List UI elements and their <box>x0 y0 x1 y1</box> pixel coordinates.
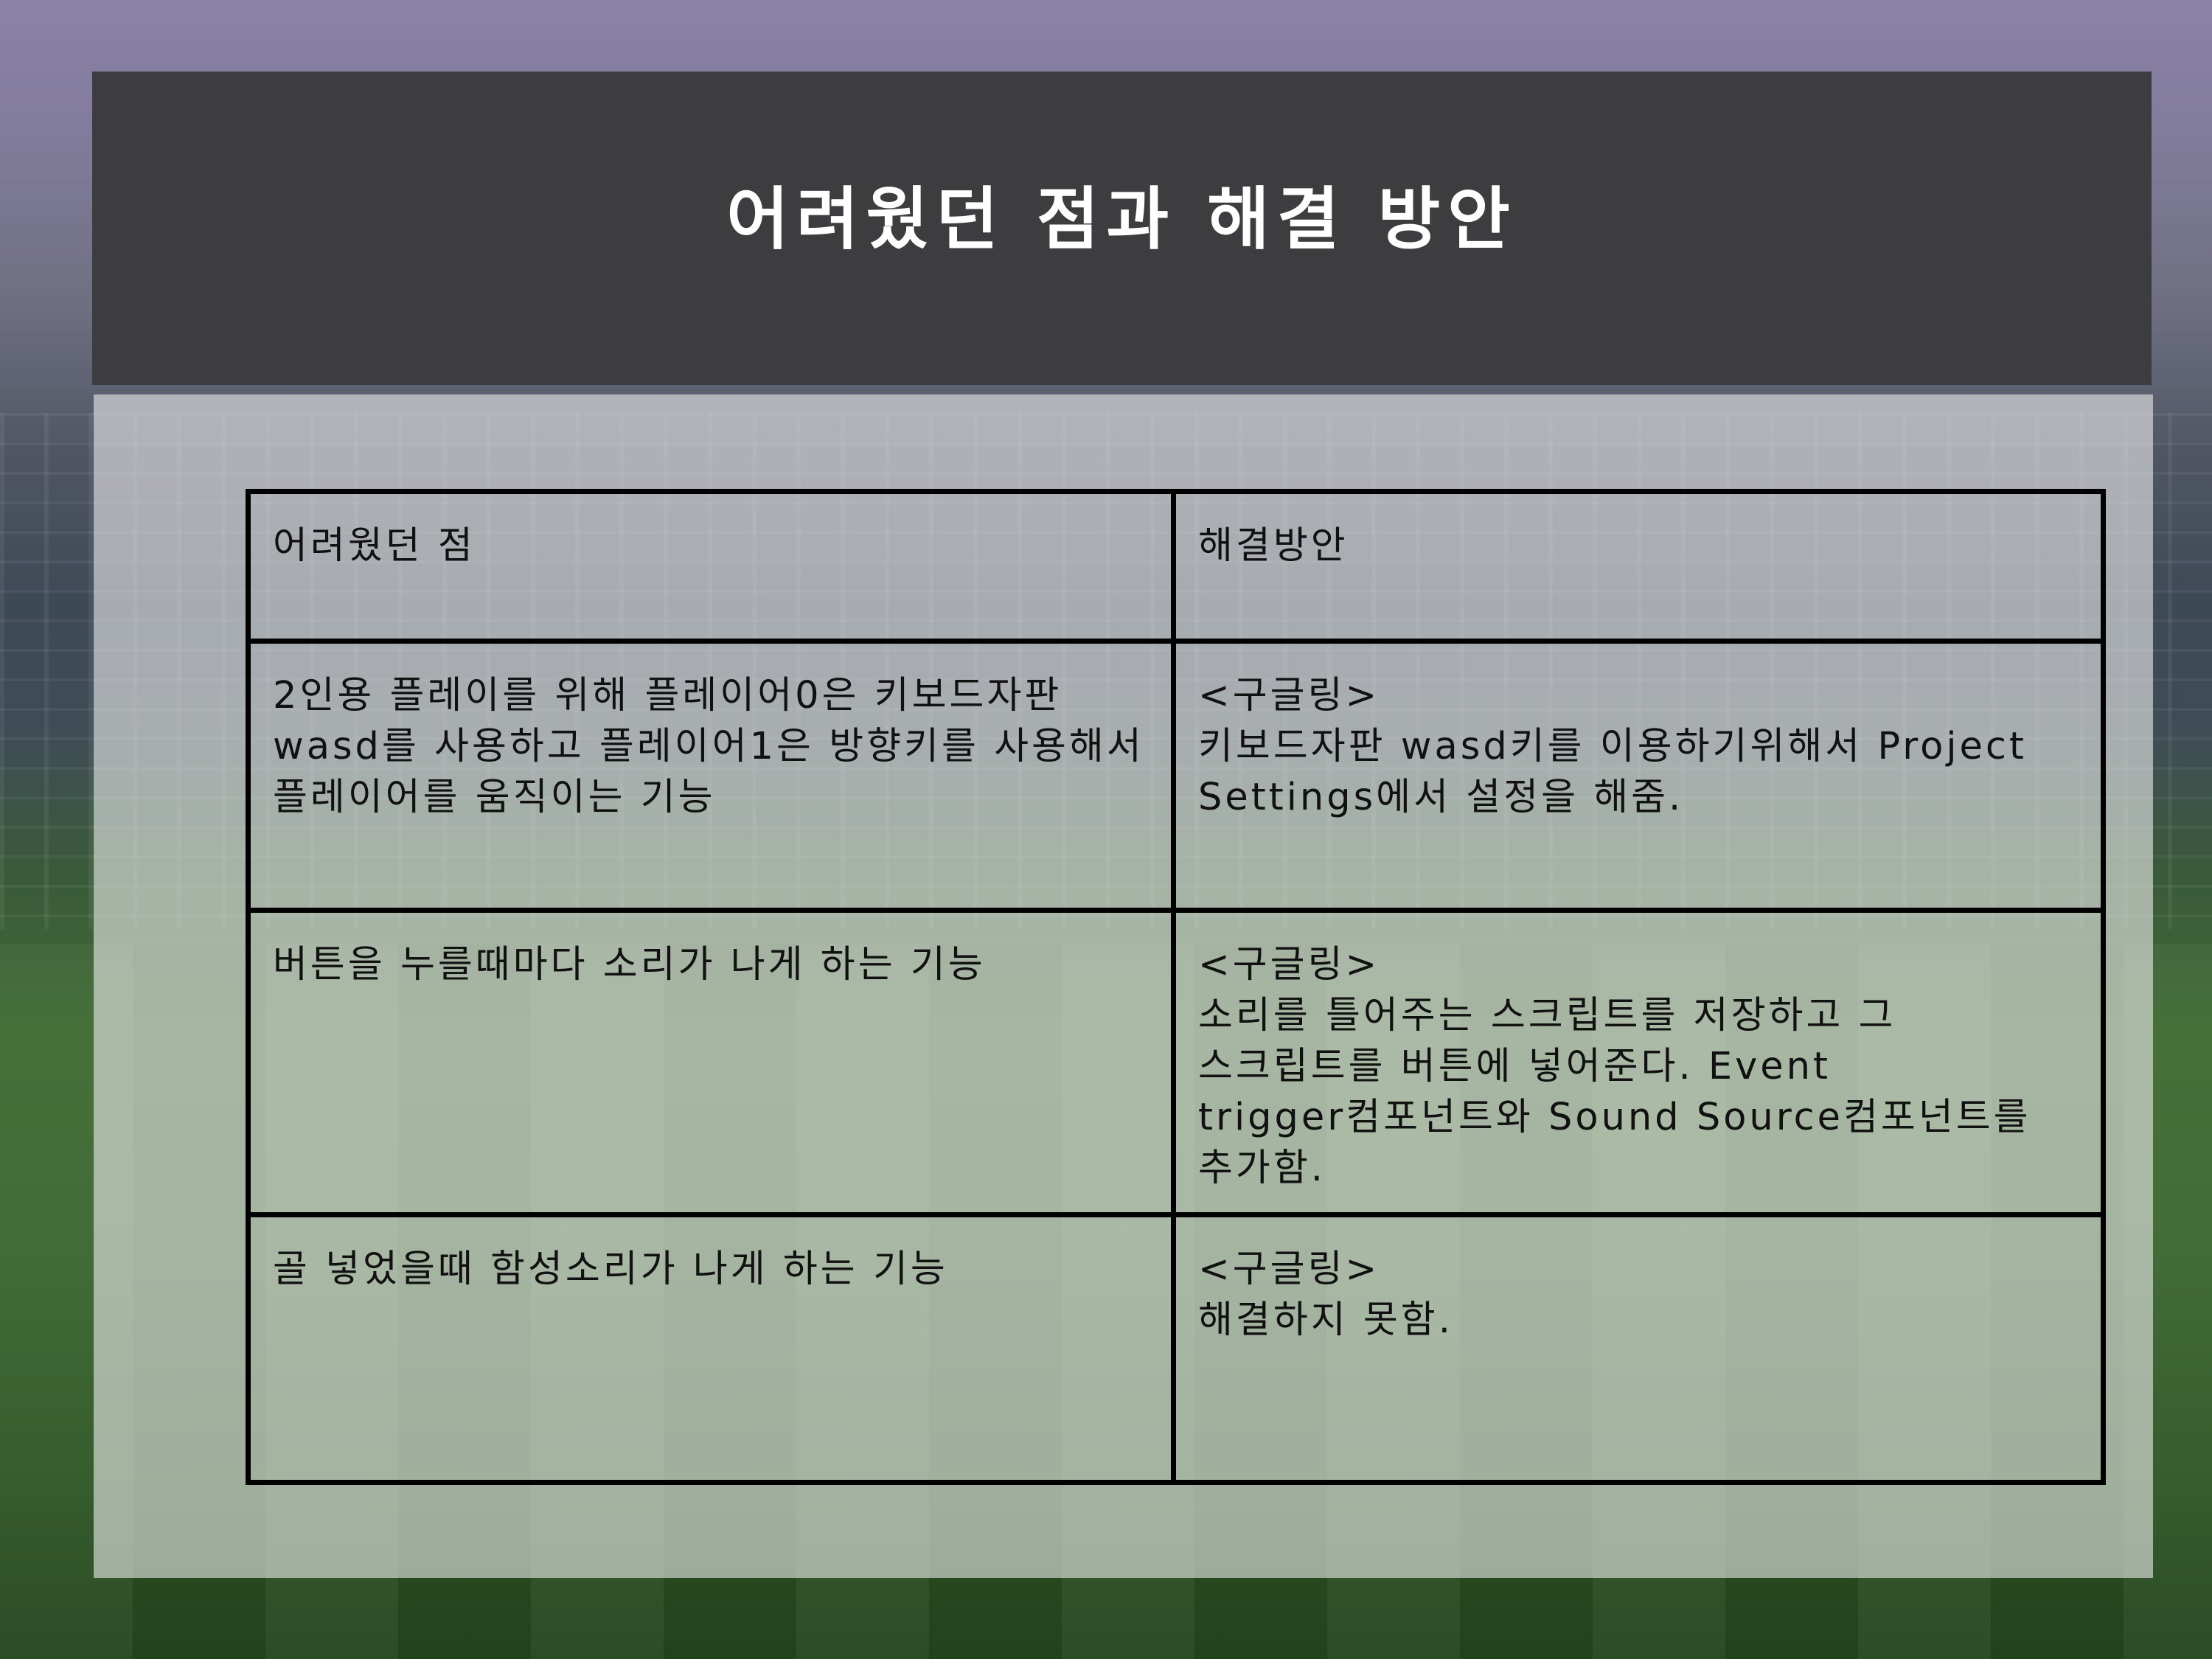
table-row: 2인용 플레이를 위해 플레이어0은 키보드자판 wasd를 사용하고 플레이어… <box>246 639 2106 913</box>
problems-solutions-table: 어려웠던 점 해결방안 2인용 플레이를 위해 플레이어0은 키보드자판 was… <box>246 489 2106 1485</box>
table-row: 골 넣었을때 함성소리가 나게 하는 기능 <구글링> 해결하지 못함. <box>246 1212 2106 1485</box>
title-band: 어려웠던 점과 해결 방안 <box>92 72 2152 385</box>
table-row: 버튼을 누를때마다 소리가 나게 하는 기능 <구글링> 소리를 틀어주는 스크… <box>246 908 2106 1217</box>
solution-cell: <구글링> 소리를 틀어주는 스크립트를 저장하고 그 스크립트를 버튼에 넣어… <box>1171 908 2106 1217</box>
solution-cell: <구글링> 키보드자판 wasd키를 이용하기위해서 Project Setti… <box>1171 639 2106 913</box>
table: 어려웠던 점 해결방안 2인용 플레이를 위해 플레이어0은 키보드자판 was… <box>246 489 2106 1485</box>
table-header-row: 어려웠던 점 해결방안 <box>246 489 2106 644</box>
difficulty-cell: 골 넣었을때 함성소리가 나게 하는 기능 <box>246 1212 1176 1485</box>
header-solution: 해결방안 <box>1171 489 2106 644</box>
difficulty-cell: 2인용 플레이를 위해 플레이어0은 키보드자판 wasd를 사용하고 플레이어… <box>246 639 1176 913</box>
difficulty-cell: 버튼을 누를때마다 소리가 나게 하는 기능 <box>246 908 1176 1217</box>
slide-title: 어려웠던 점과 해결 방안 <box>726 180 1517 259</box>
solution-cell: <구글링> 해결하지 못함. <box>1171 1212 2106 1485</box>
header-difficulty: 어려웠던 점 <box>246 489 1176 644</box>
